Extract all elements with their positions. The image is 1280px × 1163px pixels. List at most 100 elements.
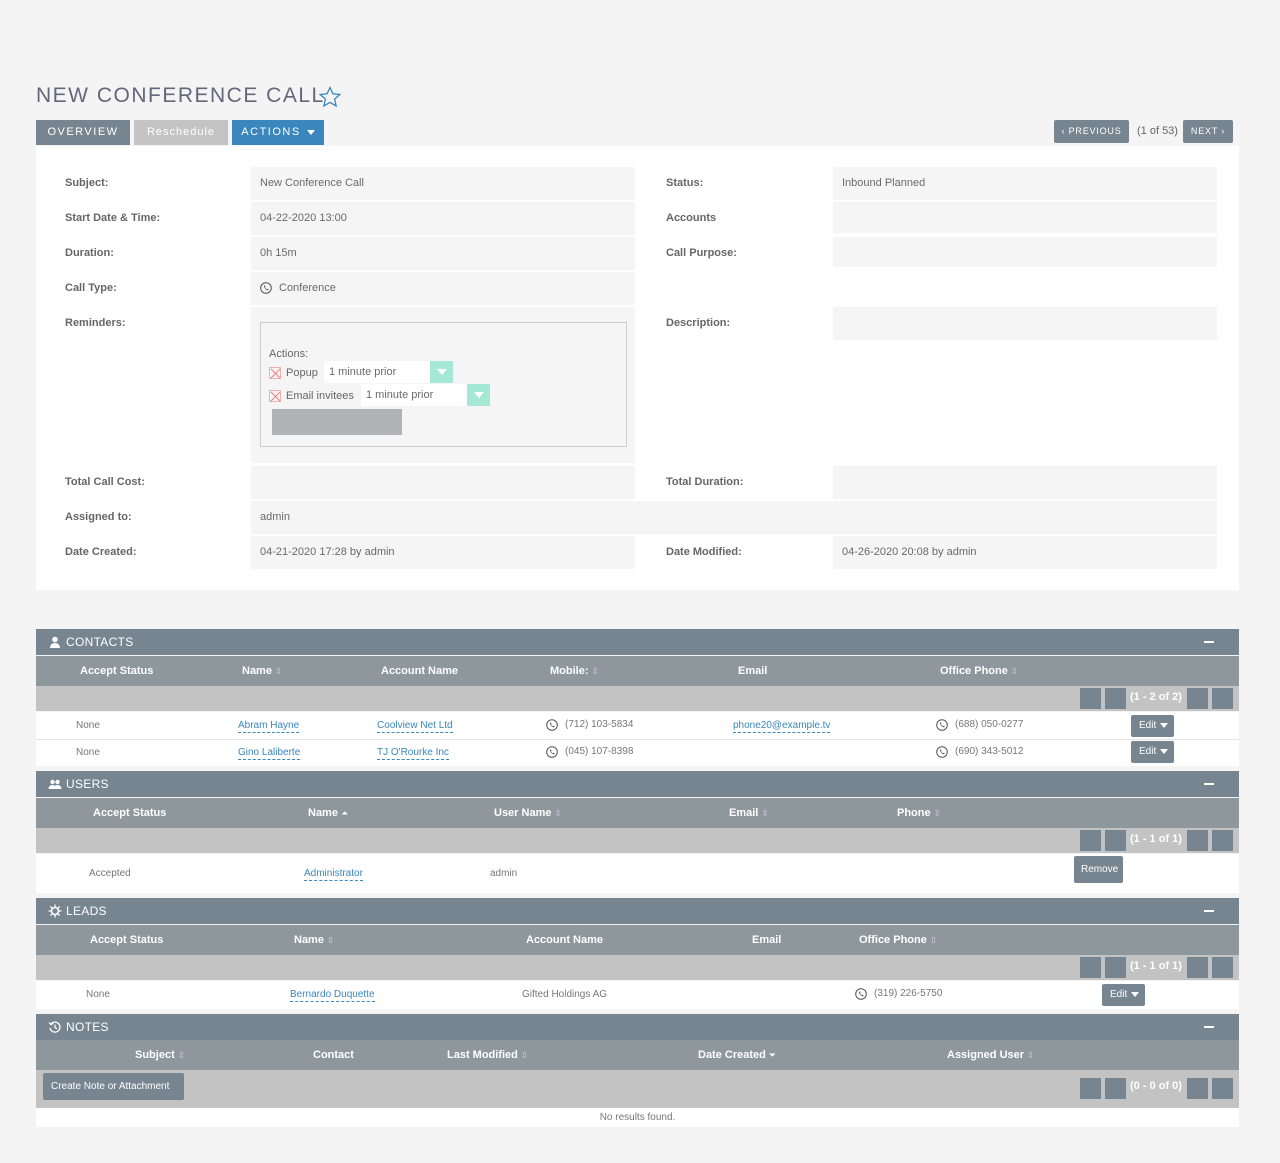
status-label: Status: xyxy=(666,177,704,189)
edit-button[interactable]: Edit xyxy=(1102,984,1145,1006)
call-type-value[interactable]: Conference xyxy=(251,272,635,305)
collapse-icon[interactable] xyxy=(1204,641,1214,643)
users-column-header: Accept Status Name ⏶ User Name ⇳ Email ⇳ Ph… xyxy=(36,798,1239,828)
call-purpose-value[interactable] xyxy=(833,237,1217,267)
notes-title: NOTES xyxy=(66,1020,109,1034)
col-name[interactable]: Name ⏶ xyxy=(308,807,348,819)
duration-value[interactable]: 0h 15m xyxy=(251,237,635,270)
description-value[interactable] xyxy=(833,307,1217,340)
contact-name-link[interactable]: Abram Hayne xyxy=(238,720,300,733)
popup-checkbox[interactable] xyxy=(269,367,281,379)
collapse-icon[interactable] xyxy=(1204,783,1214,785)
first-page-button[interactable] xyxy=(1080,957,1101,978)
date-modified-label: Date Modified: xyxy=(666,546,742,558)
create-note-button[interactable]: Create Note or Attachment xyxy=(43,1073,184,1100)
col-name[interactable]: Name ⇳ xyxy=(242,665,283,677)
last-page-button[interactable] xyxy=(1212,957,1233,978)
col-contact[interactable]: Contact xyxy=(313,1049,354,1061)
phone-icon xyxy=(855,988,867,1000)
col-user-name[interactable]: User Name ⇳ xyxy=(494,807,562,819)
prev-page-button[interactable] xyxy=(1105,688,1126,709)
tab-reschedule[interactable]: Reschedule xyxy=(134,120,228,145)
last-page-button[interactable] xyxy=(1212,830,1233,851)
next-page-button[interactable] xyxy=(1187,830,1208,851)
last-page-button[interactable] xyxy=(1212,1078,1233,1099)
assigned-to-value[interactable]: admin xyxy=(251,501,1217,534)
next-page-button[interactable] xyxy=(1187,688,1208,709)
contacts-subpanel-header[interactable]: CONTACTS xyxy=(36,629,1239,655)
edit-button[interactable]: Edit xyxy=(1131,741,1174,763)
col-accept-status[interactable]: Accept Status xyxy=(90,934,163,946)
popup-dropdown-arrow-icon[interactable] xyxy=(430,361,453,383)
collapse-icon[interactable] xyxy=(1204,910,1214,912)
no-results-text: No results found. xyxy=(599,1112,676,1123)
add-reminder-button[interactable] xyxy=(272,409,402,435)
sort-icon: ⇳ xyxy=(520,1050,529,1060)
next-page-button[interactable] xyxy=(1187,1078,1208,1099)
first-page-button[interactable] xyxy=(1080,830,1101,851)
total-duration-value[interactable] xyxy=(833,466,1217,499)
user-name-link[interactable]: Administrator xyxy=(304,868,363,881)
col-last-modified[interactable]: Last Modified ⇳ xyxy=(447,1049,528,1061)
col-account-name[interactable]: Account Name xyxy=(526,934,603,946)
col-mobile[interactable]: Mobile: ⇳ xyxy=(550,665,599,677)
email-timing-select[interactable]: 1 minute prior xyxy=(361,384,467,406)
history-icon xyxy=(48,1021,61,1033)
email-link[interactable]: phone20@example.tv xyxy=(733,720,831,733)
total-call-cost-label: Total Call Cost: xyxy=(65,476,145,488)
col-date-created[interactable]: Date Created ⏷ xyxy=(698,1049,776,1061)
col-email[interactable]: Email xyxy=(752,934,781,946)
col-email[interactable]: Email ⇳ xyxy=(729,807,769,819)
contact-name-link[interactable]: Gino Laliberte xyxy=(238,747,301,760)
edit-button[interactable]: Edit xyxy=(1131,715,1174,737)
favorite-star-icon[interactable] xyxy=(318,85,342,109)
col-office-phone[interactable]: Office Phone ⇳ xyxy=(859,934,937,946)
call-type-text: Conference xyxy=(279,282,336,294)
next-button[interactable]: NEXT › xyxy=(1183,120,1233,143)
leads-subpanel-header[interactable]: LEADS xyxy=(36,898,1239,924)
popup-timing-select[interactable]: 1 minute prior xyxy=(324,361,430,383)
last-page-button[interactable] xyxy=(1212,688,1233,709)
collapse-icon[interactable] xyxy=(1204,1026,1214,1028)
mobile-phone[interactable]: (712) 103-5834 xyxy=(565,719,633,730)
email-invitees-checkbox[interactable] xyxy=(269,390,281,402)
previous-button[interactable]: ‹ PREVIOUS xyxy=(1054,120,1129,143)
office-phone[interactable]: (688) 050-0277 xyxy=(955,719,1023,730)
mobile-phone[interactable]: (045) 107-8398 xyxy=(565,746,633,757)
first-page-button[interactable] xyxy=(1080,1078,1101,1099)
lead-name-link[interactable]: Bernardo Duquette xyxy=(290,989,375,1002)
total-call-cost-value[interactable] xyxy=(251,466,635,499)
prev-page-button[interactable] xyxy=(1105,957,1126,978)
col-assigned-user[interactable]: Assigned User ⇳ xyxy=(947,1049,1035,1061)
account-name-link[interactable]: TJ O'Rourke Inc xyxy=(377,747,449,760)
col-office-phone[interactable]: Office Phone ⇳ xyxy=(940,665,1018,677)
first-page-button[interactable] xyxy=(1080,688,1101,709)
prev-page-button[interactable] xyxy=(1105,1078,1126,1099)
office-phone[interactable]: (690) 343-5012 xyxy=(955,746,1023,757)
status-value[interactable]: Inbound Planned xyxy=(833,167,1217,200)
tab-overview[interactable]: OVERVIEW xyxy=(36,120,130,145)
phone-icon xyxy=(260,282,272,294)
account-name-link[interactable]: Coolview Net Ltd xyxy=(377,720,453,733)
subject-value[interactable]: New Conference Call xyxy=(251,167,635,200)
col-accept-status[interactable]: Accept Status xyxy=(80,665,153,677)
col-account-name[interactable]: Account Name xyxy=(381,665,458,677)
prev-page-button[interactable] xyxy=(1105,830,1126,851)
actions-dropdown-button[interactable]: ACTIONS xyxy=(232,120,324,145)
notes-subpanel-header[interactable]: NOTES xyxy=(36,1014,1239,1040)
email-dropdown-arrow-icon[interactable] xyxy=(467,384,490,406)
accounts-value[interactable] xyxy=(833,202,1217,233)
col-subject[interactable]: Subject ⇳ xyxy=(135,1049,185,1061)
col-accept-status[interactable]: Accept Status xyxy=(93,807,166,819)
office-phone[interactable]: (319) 226-5750 xyxy=(874,988,942,999)
col-phone[interactable]: Phone ⇳ xyxy=(897,807,941,819)
remove-button[interactable]: Remove xyxy=(1074,856,1123,883)
col-name[interactable]: Name ⇳ xyxy=(294,934,335,946)
col-last-modified-label: Last Modified xyxy=(447,1049,518,1061)
next-page-button[interactable] xyxy=(1187,957,1208,978)
col-email-label: Email xyxy=(729,807,759,819)
col-email[interactable]: Email xyxy=(738,665,767,677)
sort-icon: ⇳ xyxy=(591,666,600,676)
start-date-value[interactable]: 04-22-2020 13:00 xyxy=(251,202,635,235)
users-subpanel-header[interactable]: USERS xyxy=(36,771,1239,797)
